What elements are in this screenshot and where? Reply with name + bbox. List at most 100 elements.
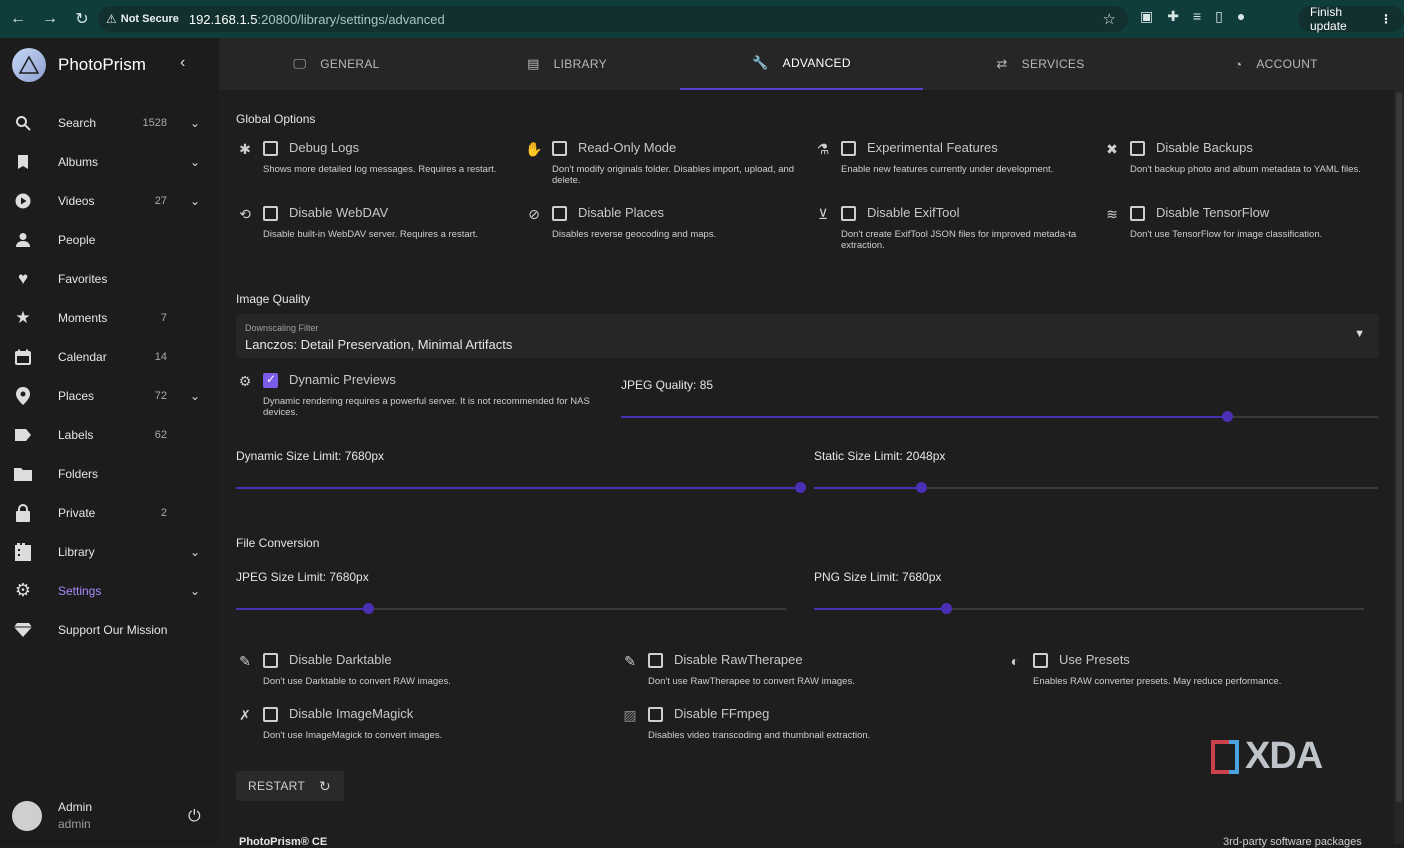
jpeg-size-slider[interactable] [236,603,786,614]
slider-knob[interactable] [916,482,928,493]
jpeg-quality-slider[interactable] [621,411,1378,422]
main-area: 🖵 GENERAL ▤ LIBRARY 🔧 ADVANCED ⇄ SERVICES ◔ A… [219,38,1404,848]
sidebar-item-settings[interactable]: ⚙ Settings ⌄ [0,571,219,610]
sidebar-item-private[interactable]: Private 2 [0,493,219,532]
disable-backups-checkbox[interactable] [1130,141,1145,156]
chevron-down-icon[interactable]: ⌄ [190,584,200,598]
tab-library[interactable]: ▤ LIBRARY [454,38,680,90]
use-presets-checkbox[interactable] [1033,653,1048,668]
warning-icon: ⚠ [106,12,117,26]
slider-fill [236,487,800,489]
slider-fill [236,608,368,610]
bookmark-star-icon[interactable]: ☆ [1103,10,1116,28]
filter-off-icon: ⊻ [817,205,829,222]
account-icon: ◔ [1234,56,1243,72]
disable-tensorflow-checkbox[interactable] [1130,206,1145,221]
tab-general[interactable]: 🖵 GENERAL [219,38,454,90]
settings-content: Global Options ✱ Debug Logs Shows more d… [219,90,1394,848]
tab-services[interactable]: ⇄ SERVICES [923,38,1158,90]
sidebar-item-calendar[interactable]: Calendar 14 [0,337,219,376]
collapse-chevron-icon[interactable]: ‹ [180,54,185,72]
scrollbar[interactable] [1394,90,1404,844]
section-title-global: Global Options [236,112,316,126]
play-icon [14,192,32,210]
png-size-label: PNG Size Limit: 7680px [814,570,942,584]
jpeg-size-label: JPEG Size Limit: 7680px [236,570,369,584]
slider-knob[interactable] [941,603,952,614]
dynamic-size-slider[interactable] [236,482,806,493]
debug-logs-checkbox[interactable] [263,141,278,156]
raw-off-icon: ✎ [239,652,251,669]
tab-advanced[interactable]: 🔧 ADVANCED [680,38,923,90]
chevron-down-icon[interactable]: ⌄ [190,116,200,130]
slider-fill [814,487,922,489]
sidebar-item-places[interactable]: Places 72 ⌄ [0,376,219,415]
chevron-down-icon[interactable]: ⌄ [190,389,200,403]
disable-exiftool-checkbox[interactable] [841,206,856,221]
gem-icon [14,621,32,639]
brand[interactable]: PhotoPrism [12,48,146,82]
experimental-checkbox[interactable] [841,141,856,156]
sidebar-item-search[interactable]: Search 1528 ⌄ [0,103,219,142]
tab-account[interactable]: ◔ ACCOUNT [1158,38,1394,90]
reload-icon[interactable]: ↻ [68,5,96,33]
search-icon [14,114,32,132]
sidebar-item-albums[interactable]: Albums ⌄ [0,142,219,181]
contrast-icon: ◐ [1010,653,1020,669]
static-size-label: Static Size Limit: 2048px [814,449,946,463]
kebab-menu-icon: ⋮ [1380,12,1392,26]
sidebar-item-folders[interactable]: Folders [0,454,219,493]
chevron-down-icon[interactable]: ⌄ [190,545,200,559]
slider-fill [621,416,1227,418]
section-title-file-conversion: File Conversion [236,536,320,550]
extension-icon[interactable]: ▣ [1140,8,1153,25]
wrench-icon: 🔧 [752,55,769,70]
disable-webdav-checkbox[interactable] [263,206,278,221]
disable-imagemagick-checkbox[interactable] [263,707,278,722]
read-only-checkbox[interactable] [552,141,567,156]
bandage-icon: ✖ [1106,140,1118,157]
profile-icon[interactable]: ● [1237,8,1245,25]
disable-ffmpeg-checkbox[interactable] [648,707,663,722]
user-profile[interactable]: Admin admin [12,800,92,831]
media-icon[interactable]: ≡ [1193,8,1201,25]
static-size-slider[interactable] [814,482,1378,493]
forward-arrow-icon[interactable]: → [36,5,64,33]
restart-button[interactable]: RESTART ↻ [236,771,344,801]
slider-knob[interactable] [795,482,806,493]
disable-darktable-checkbox[interactable] [263,653,278,668]
monitor-icon: 🖵 [293,56,307,71]
sidebar-item-favorites[interactable]: ♥ Favorites [0,259,219,298]
extension-icons: ▣ ✚ ≡ ▯ ● [1140,8,1245,25]
back-arrow-icon[interactable]: ← [4,5,32,33]
sidebar-item-labels[interactable]: Labels 62 [0,415,219,454]
png-size-slider[interactable] [814,603,1364,614]
disable-places-checkbox[interactable] [552,206,567,221]
disable-rawtherapee-checkbox[interactable] [648,653,663,668]
chevron-down-icon[interactable]: ⌄ [190,194,200,208]
not-secure-badge[interactable]: ⚠ Not Secure [106,12,179,26]
finish-update-button[interactable]: Finish update ⋮ [1298,5,1404,33]
chevron-down-icon[interactable]: ⌄ [190,155,200,169]
calendar-icon [14,348,32,366]
slider-knob[interactable] [1221,411,1233,422]
star-icon: ★ [15,307,31,327]
scrollbar-thumb[interactable] [1396,92,1402,802]
puzzle-icon[interactable]: ✚ [1167,8,1179,25]
power-icon[interactable]: ⏻ [188,808,201,826]
user-login: admin [58,817,91,831]
sidebar-item-people[interactable]: People [0,220,219,259]
sidebar-item-moments[interactable]: ★ Moments 7 [0,298,219,337]
downscaling-filter-select[interactable]: Downscaling Filter Lanczos: Detail Prese… [236,314,1379,358]
bookmark-icon [14,153,32,171]
pin-icon [14,386,32,405]
address-bar[interactable]: ⚠ Not Secure 192.168.1.5:20800/library/se… [98,6,1128,32]
dynamic-previews-checkbox[interactable] [263,372,278,388]
film-icon: ▤ [527,56,540,71]
slider-knob[interactable] [363,603,374,614]
sidepanel-icon[interactable]: ▯ [1215,8,1223,25]
sidebar-item-videos[interactable]: Videos 27 ⌄ [0,181,219,220]
sidebar-item-support[interactable]: Support Our Mission [0,610,219,649]
jpeg-quality-label: JPEG Quality: 85 [621,378,714,392]
sidebar-item-library[interactable]: Library ⌄ [0,532,219,571]
